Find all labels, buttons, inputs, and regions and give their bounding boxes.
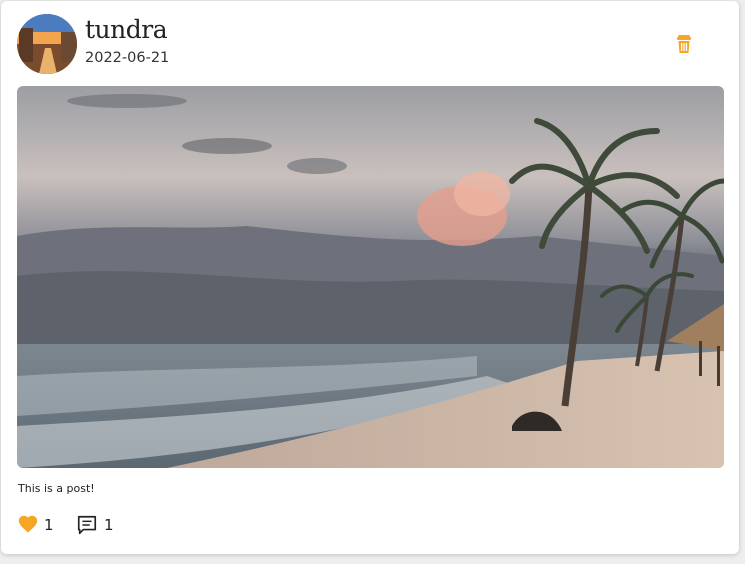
post-image	[17, 86, 724, 468]
trash-icon	[677, 35, 691, 53]
post-username[interactable]: tundra	[85, 15, 168, 44]
delete-button[interactable]	[674, 33, 694, 55]
comment-count: 1	[104, 516, 114, 534]
comment-icon	[77, 515, 97, 535]
post-date: 2022-06-21	[85, 50, 170, 66]
heart-icon	[18, 515, 38, 533]
like-button[interactable]	[17, 513, 39, 535]
like-count: 1	[44, 516, 54, 534]
avatar[interactable]	[17, 14, 77, 74]
post-card: tundra 2022-06-21 This is a post! 1 1	[1, 1, 739, 554]
post-caption: This is a post!	[18, 482, 95, 495]
comment-button[interactable]	[76, 514, 98, 536]
